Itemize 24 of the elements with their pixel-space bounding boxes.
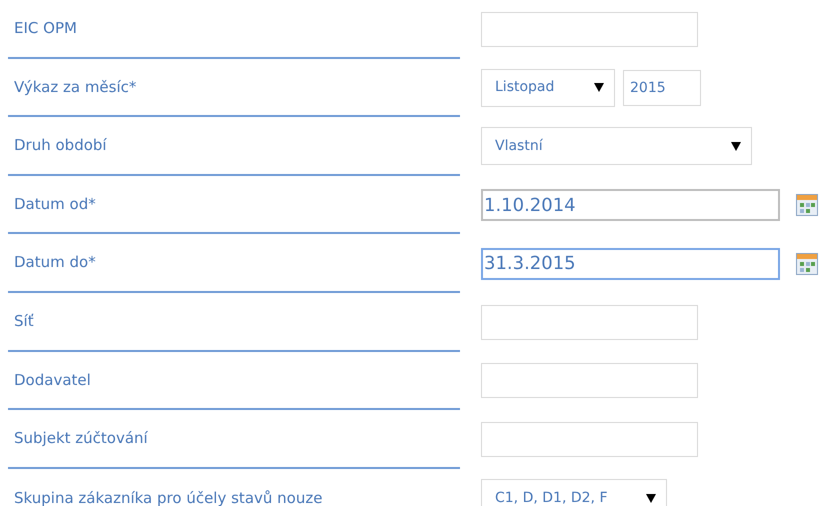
calendar-icon[interactable] [796,252,818,275]
text-field[interactable] [481,363,698,398]
date-field[interactable]: 1.10.2014 [481,189,780,222]
calendar-icon[interactable] [796,194,818,216]
dropdown[interactable]: Listopad [481,68,615,107]
field-label: Dodavatel [14,370,91,391]
text-field[interactable] [481,12,698,47]
dropdown[interactable]: C1, D, D1, D2, F [481,479,667,506]
field-label: Subjekt zúčtování [14,428,148,450]
field-label: Datum do* [14,252,96,274]
field-label: EIC OPM [14,18,77,40]
text-field[interactable] [481,422,698,457]
field-label: Datum od* [14,194,96,215]
field-label: Výkaz za měsíc* [14,76,136,98]
caret-icon [594,83,604,92]
caret-icon [646,494,656,503]
year-field[interactable]: 2015 [623,70,701,106]
caret-icon [731,142,741,151]
date-field[interactable]: 31.3.2015 [481,248,780,280]
text-field[interactable] [481,304,698,340]
field-label: Druh období [14,135,107,156]
field-label: Síť [14,311,34,332]
dropdown[interactable]: Vlastní [481,127,752,166]
field-label: Skupina zákazníka pro účely stavů nouze [14,488,322,506]
